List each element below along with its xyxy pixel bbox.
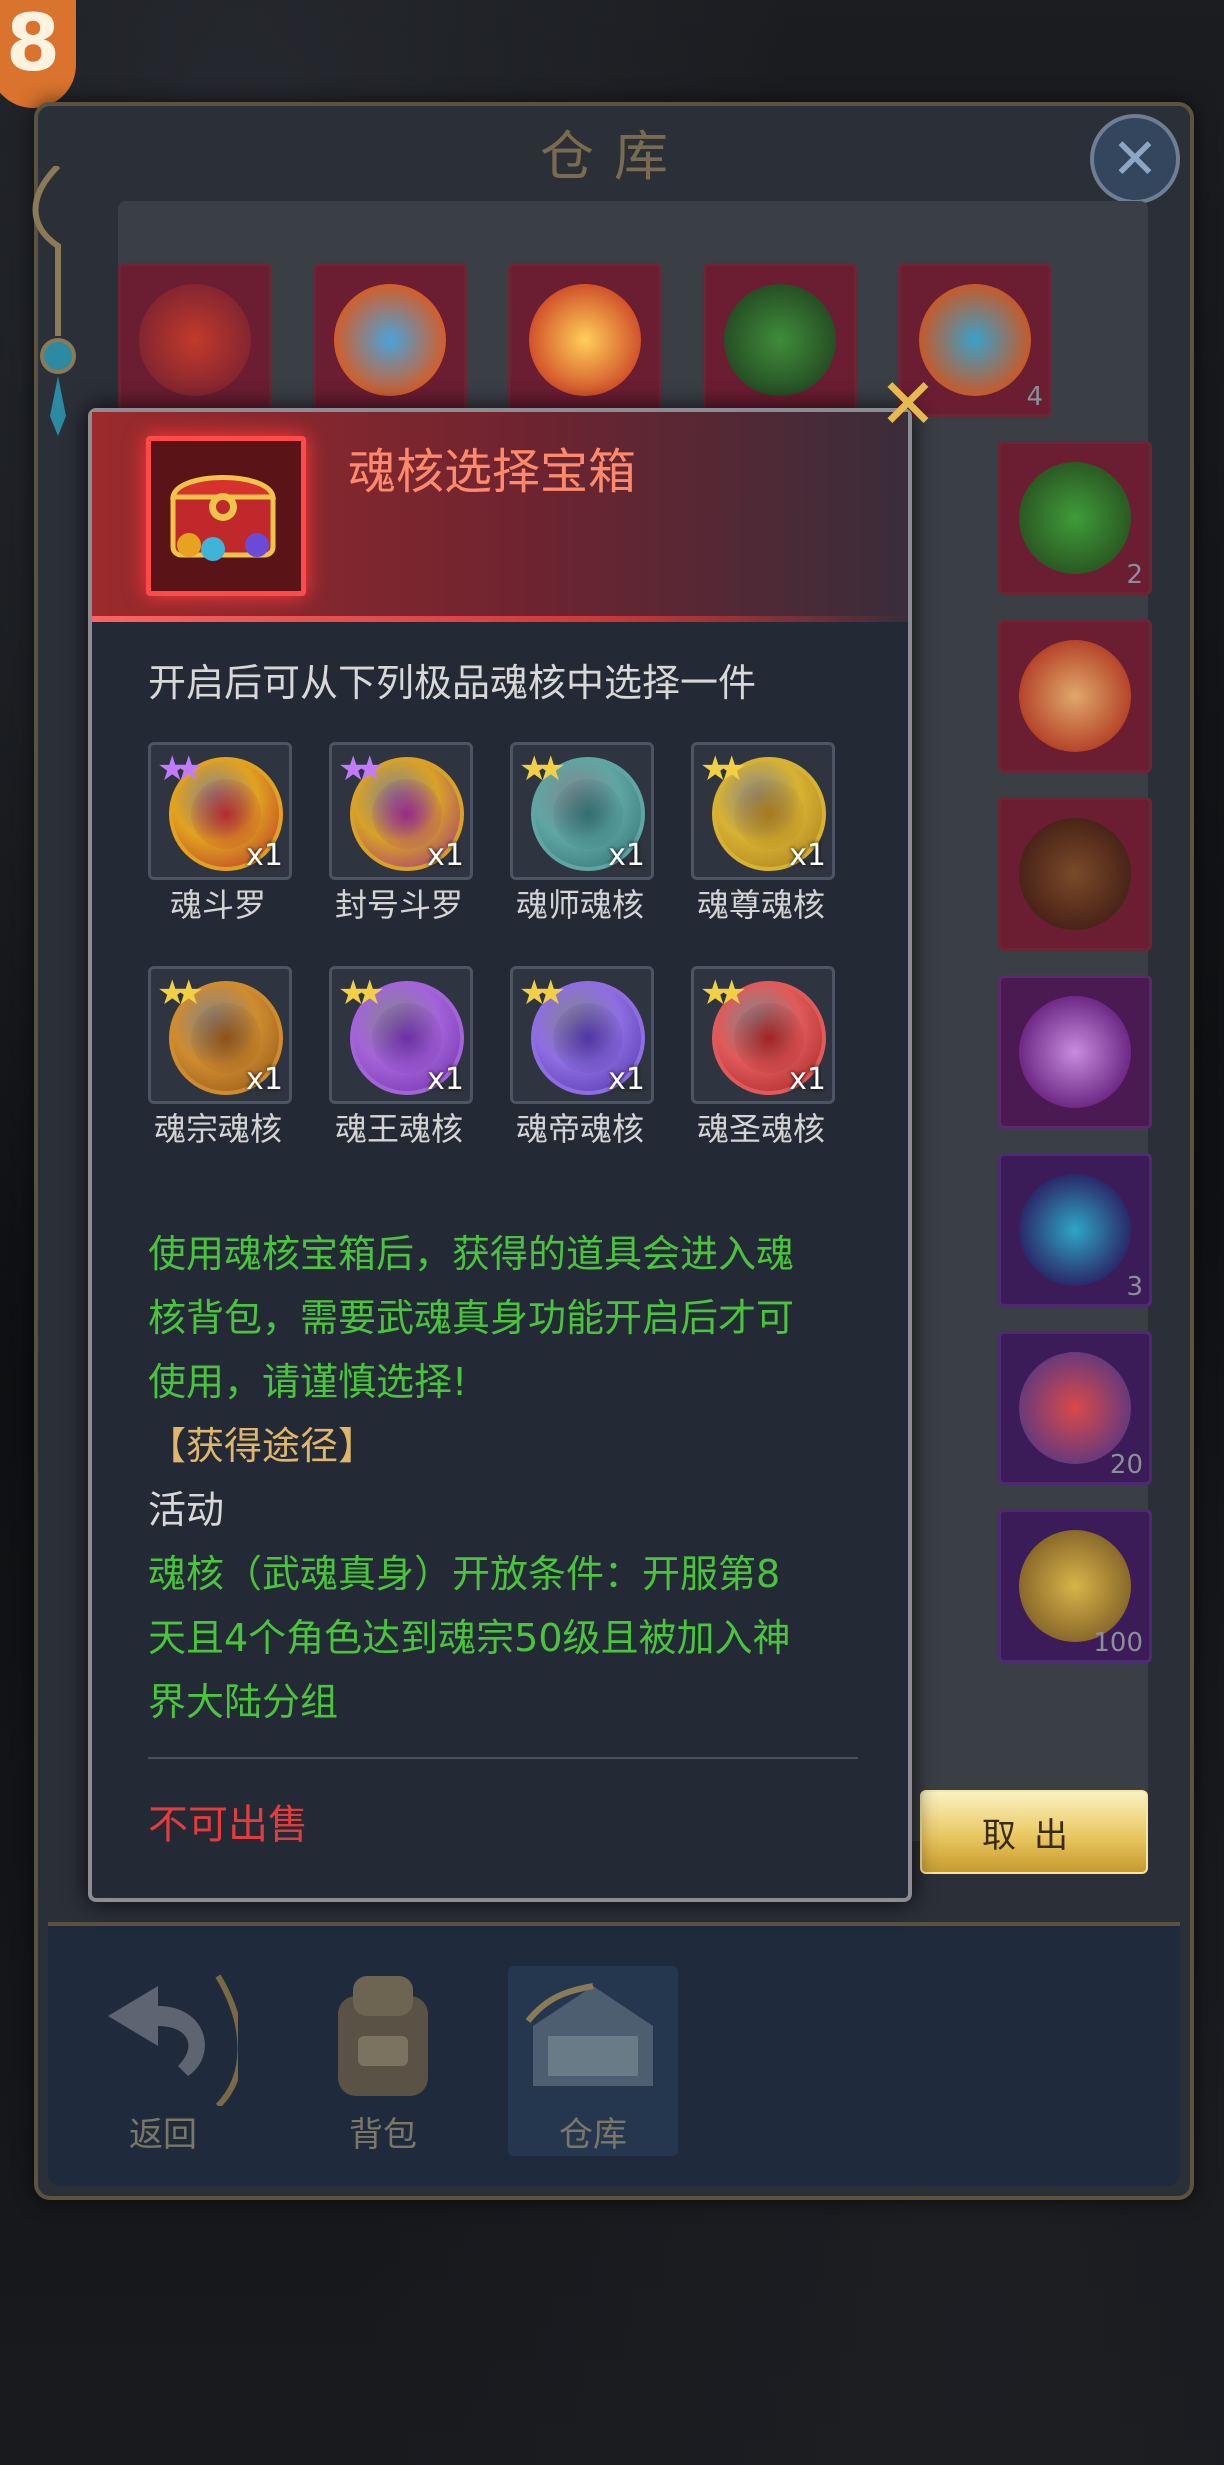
ornament-icon xyxy=(32,166,76,436)
slot-count: 20 xyxy=(1109,1450,1143,1480)
core-icon-box: ★★ x1 xyxy=(691,966,835,1104)
item-description: 使用魂核宝箱后，获得的道具会进入魂 核背包，需要武魂真身功能开启后才可 使用，请… xyxy=(148,1222,868,1734)
take-out-label: 取出 xyxy=(982,1815,1086,1856)
core-quantity: x1 xyxy=(789,838,826,873)
obtain-value: 活动 xyxy=(148,1488,225,1532)
soul-core-options: ★★ x1 魂斗罗 ★★ x1 封号斗罗 ★★ x1 魂师魂核 ★★ x1 魂尊… xyxy=(148,742,868,1162)
core-name: 魂师魂核 xyxy=(515,886,644,924)
popup-header: 魂核选择宝箱 xyxy=(92,412,908,622)
slot-count: 100 xyxy=(1093,1628,1143,1658)
warehouse-slot[interactable]: 20 xyxy=(998,1331,1152,1485)
warehouse-slot[interactable] xyxy=(703,263,857,417)
warehouse-slot[interactable] xyxy=(998,797,1152,951)
warehouse-slot[interactable] xyxy=(313,263,467,417)
backpack-label: 背包 xyxy=(349,2115,417,2155)
core-icon-box: ★★ x1 xyxy=(510,742,654,880)
warehouse-slot[interactable] xyxy=(998,975,1152,1129)
divider xyxy=(148,1757,858,1759)
condition-line: 天且4个角色达到魂宗50级且被加入神 xyxy=(148,1616,791,1660)
desc-line: 使用，请谨慎选择! xyxy=(148,1360,468,1404)
core-quantity: x1 xyxy=(246,1062,283,1097)
item-detail-popup: 魂核选择宝箱 ✕ 开启后可从下列极品魂核中选择一件 ★★ x1 魂斗罗 ★★ x… xyxy=(88,369,937,1902)
soul-core-item[interactable]: ★★ x1 魂尊魂核 xyxy=(691,742,835,934)
close-icon[interactable]: ✕ xyxy=(1090,114,1180,204)
treasure-chest-icon xyxy=(170,475,276,561)
return-button[interactable]: 返回 xyxy=(88,1966,244,2156)
desc-line: 核背包，需要武魂真身功能开启后才可 xyxy=(148,1296,795,1340)
return-arrow-icon xyxy=(108,1974,244,2109)
close-x-icon[interactable]: ✕ xyxy=(876,369,940,439)
core-name: 魂帝魂核 xyxy=(515,1110,644,1148)
take-out-button[interactable]: 取出 xyxy=(920,1790,1148,1874)
core-name: 魂宗魂核 xyxy=(153,1110,282,1148)
core-icon-box: ★★ x1 xyxy=(329,742,473,880)
star-icon: ★★ xyxy=(157,973,204,1013)
star-icon: ★★ xyxy=(338,749,385,789)
core-quantity: x1 xyxy=(427,838,464,873)
core-name: 魂圣魂核 xyxy=(696,1110,825,1148)
warehouse-slot[interactable]: 3 xyxy=(998,1153,1152,1307)
core-name: 魂尊魂核 xyxy=(696,886,825,924)
warehouse-tab-label: 仓库 xyxy=(559,2115,627,2155)
core-quantity: x1 xyxy=(608,1062,645,1097)
star-icon: ★★ xyxy=(700,749,747,789)
core-icon-box: ★★ x1 xyxy=(510,966,654,1104)
corner-badge[interactable]: 8 xyxy=(0,0,76,108)
core-name: 魂斗罗 xyxy=(169,886,266,924)
soul-core-item[interactable]: ★★ x1 魂师魂核 xyxy=(510,742,654,934)
core-icon-box: ★★ x1 xyxy=(329,966,473,1104)
soul-core-item[interactable]: ★★ x1 魂宗魂核 xyxy=(148,966,292,1158)
warehouse-chest-icon xyxy=(525,1983,653,2086)
not-sellable-text: 不可出售 xyxy=(148,1802,308,1848)
star-icon: ★★ xyxy=(338,973,385,1013)
core-quantity: x1 xyxy=(427,1062,464,1097)
warehouse-tab[interactable]: 仓库 xyxy=(508,1966,678,2156)
backpack-tab[interactable]: 背包 xyxy=(308,1966,458,2156)
corner-badge-text: 8 xyxy=(5,0,61,89)
soul-core-item[interactable]: ★★ x1 魂斗罗 xyxy=(148,742,292,934)
core-quantity: x1 xyxy=(789,1062,826,1097)
star-icon: ★★ xyxy=(519,973,566,1013)
slot-count: 2 xyxy=(1126,560,1143,590)
popup-subtitle: 开启后可从下列极品魂核中选择一件 xyxy=(148,661,757,705)
slot-count: 3 xyxy=(1126,1272,1143,1302)
condition-line: 界大陆分组 xyxy=(148,1680,339,1724)
soul-core-item[interactable]: ★★ x1 封号斗罗 xyxy=(329,742,473,934)
condition-line: 魂核（武魂真身）开放条件：开服第8 xyxy=(148,1552,781,1596)
core-icon-box: ★★ x1 xyxy=(691,742,835,880)
core-icon-box: ★★ x1 xyxy=(148,742,292,880)
star-icon: ★★ xyxy=(700,973,747,1013)
core-name: 魂王魂核 xyxy=(334,1110,463,1148)
popup-title: 魂核选择宝箱 xyxy=(348,444,637,500)
warehouse-slot[interactable]: 2 xyxy=(998,441,1152,595)
soul-core-item[interactable]: ★★ x1 魂圣魂核 xyxy=(691,966,835,1158)
core-name: 封号斗罗 xyxy=(334,886,463,924)
warehouse-slot[interactable] xyxy=(508,263,662,417)
return-label: 返回 xyxy=(129,2115,197,2155)
warehouse-slot[interactable] xyxy=(118,263,272,417)
warehouse-header: 仓库 ✕ xyxy=(78,106,1180,204)
core-quantity: x1 xyxy=(608,838,645,873)
warehouse-nav-bar: 返回 背包 仓库 xyxy=(48,1922,1180,2186)
soul-core-item[interactable]: ★★ x1 魂王魂核 xyxy=(329,966,473,1158)
star-icon: ★★ xyxy=(157,749,204,789)
warehouse-slot[interactable]: 100 xyxy=(998,1509,1152,1663)
obtain-header: 【获得途径】 xyxy=(148,1424,377,1468)
warehouse-slot[interactable] xyxy=(998,619,1152,773)
warehouse-title: 仓库 xyxy=(540,124,688,188)
star-icon: ★★ xyxy=(519,749,566,789)
backpack-icon xyxy=(338,1976,428,2096)
core-icon-box: ★★ x1 xyxy=(148,966,292,1104)
soul-core-item[interactable]: ★★ x1 魂帝魂核 xyxy=(510,966,654,1158)
slot-count: 4 xyxy=(1026,382,1043,412)
item-icon-frame xyxy=(146,436,306,596)
core-quantity: x1 xyxy=(246,838,283,873)
desc-line: 使用魂核宝箱后，获得的道具会进入魂 xyxy=(148,1232,795,1276)
